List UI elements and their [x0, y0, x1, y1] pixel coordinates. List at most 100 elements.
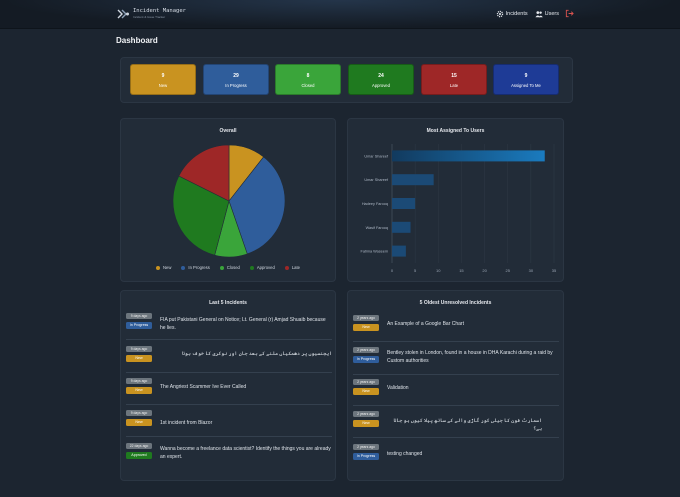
age-badge: 22 days ago: [126, 443, 152, 449]
status-badge: In Progress: [353, 356, 379, 363]
x-tick-label: 15: [459, 268, 464, 273]
stat-count: 9: [524, 73, 528, 79]
stat-count: 9: [161, 73, 165, 79]
stat-count: 15: [451, 73, 457, 79]
stats-panel: 9 New 29 In Progress 8 Closed 24 Approve…: [120, 57, 573, 103]
status-badge: New: [126, 355, 152, 362]
incident-title[interactable]: testing changed: [387, 450, 559, 458]
stat-assigned-to-me[interactable]: 9 Assigned To Me: [493, 64, 559, 95]
stat-label: Assigned To Me: [511, 83, 541, 88]
incident-row[interactable]: 2 years ago New Validation: [353, 379, 559, 406]
incident-title[interactable]: An Example of a Google Bar Chart: [387, 320, 559, 328]
brand-title: Incident Manager: [133, 8, 186, 15]
stat-in-progress[interactable]: 29 In Progress: [203, 64, 269, 95]
stat-label: Approved: [372, 83, 390, 88]
incident-title[interactable]: FIA put Pakistani General on Notice; Lt.…: [160, 316, 332, 332]
bar[interactable]: [392, 150, 545, 162]
stat-approved[interactable]: 24 Approved: [348, 64, 414, 95]
stat-label: Late: [449, 83, 459, 88]
most-assigned-bar-chart: 0 5 10 15 20 25 30 35 Umar Shareef Umar Shareef Ha…: [361, 144, 557, 273]
age-badge: 9 days ago: [126, 410, 152, 416]
status-badge: In Progress: [353, 453, 379, 460]
nav-incidents-label: Incidents: [505, 10, 528, 17]
stat-count: 29: [233, 73, 239, 79]
users-icon: [535, 10, 543, 17]
stat-label: In Progress: [225, 83, 247, 88]
incident-row[interactable]: 2 years ago In Progress testing changed: [353, 444, 559, 471]
status-badge: Approved: [126, 452, 152, 459]
logo-icon: [117, 9, 129, 19]
stat-count: 8: [306, 73, 310, 79]
logout-icon[interactable]: [565, 9, 574, 18]
legend-item-late: Late: [284, 265, 300, 270]
incident-row[interactable]: 2 years ago In Progress Bentley stolen in…: [353, 347, 559, 375]
incident-row[interactable]: 22 days ago Approved Wanna become a freel…: [126, 443, 332, 473]
brand[interactable]: Incident Manager Incident & Issue Tracke…: [116, 6, 186, 22]
legend-item-closed: Closed: [219, 265, 240, 270]
incident-row[interactable]: 9 days ago New 1st incident from Blazor: [126, 410, 332, 437]
bar[interactable]: [392, 198, 416, 209]
status-badge: In Progress: [126, 322, 152, 329]
legend-item-approved: Approved: [249, 265, 275, 270]
stat-new[interactable]: 9 New: [130, 64, 196, 95]
legend-label: Late: [291, 265, 300, 270]
incident-title[interactable]: Bentley stolen in London, found in a hou…: [387, 349, 562, 365]
x-tick-label: 35: [552, 268, 557, 273]
age-badge: 9 days ago: [126, 346, 152, 352]
nav-incidents[interactable]: Incidents: [496, 10, 528, 18]
oldest-unresolved-card: 5 Oldest Unresolved Incidents 2 years ag…: [347, 290, 564, 481]
incident-row[interactable]: 2 years ago New An Example of a Google Ba…: [353, 315, 559, 342]
stat-count: 24: [378, 73, 384, 79]
last-5-incidents-card: Last 5 Incidents 9 days ago In Progress F…: [120, 290, 336, 481]
incident-title[interactable]: Validation: [387, 384, 559, 392]
x-tick-label: 30: [529, 268, 534, 273]
top-navbar: Incident Manager Incident & Issue Tracke…: [0, 0, 680, 29]
age-badge: 9 days ago: [126, 378, 152, 384]
page-title: Dashboard: [116, 36, 158, 45]
age-badge: 2 years ago: [353, 315, 379, 321]
status-badge: New: [126, 419, 152, 426]
bar[interactable]: [392, 245, 406, 257]
x-tick-label: 0: [391, 268, 394, 273]
age-badge: 2 years ago: [353, 379, 379, 385]
status-badge: New: [353, 388, 379, 395]
incident-title[interactable]: اسمارٹ فون کا جیلی کور گاڑی والے کے ساتھ…: [387, 417, 542, 433]
legend-label: New: [163, 265, 172, 270]
incident-title[interactable]: 1st incident from Blazor: [160, 419, 332, 427]
incident-row[interactable]: 2 years ago New اسمارٹ فون کا جیلی کور گا…: [353, 411, 559, 438]
x-tick-label: 25: [505, 268, 510, 273]
incident-row[interactable]: 9 days ago New ایجنسیوں پر دھمکیاں ملنے ک…: [126, 346, 332, 373]
pie-legend: New In Progress Closed Approved Late: [121, 265, 335, 270]
legend-label: Closed: [226, 265, 240, 270]
stat-closed[interactable]: 8 Closed: [275, 64, 341, 95]
age-badge: 2 years ago: [353, 347, 379, 353]
incident-title[interactable]: The Angriest Scammer Ive Ever Called: [160, 383, 332, 391]
legend-item-in-progress: In Progress: [181, 265, 210, 270]
age-badge: 9 days ago: [126, 313, 152, 319]
incident-title[interactable]: Wanna become a freelance data scientist?…: [160, 445, 332, 461]
y-tick-label: Umar Shareef: [364, 154, 389, 158]
legend-label: Approved: [256, 265, 275, 270]
x-tick-label: 20: [482, 268, 487, 273]
y-tick-label: Umar Shareef: [364, 178, 389, 182]
incident-row[interactable]: 9 days ago In Progress FIA put Pakistani …: [126, 313, 332, 340]
legend-item-new: New: [156, 265, 171, 270]
nav-users[interactable]: Users: [535, 10, 559, 18]
age-badge: 2 years ago: [353, 411, 379, 417]
stat-late[interactable]: 15 Late: [421, 64, 487, 95]
most-assigned-card: Most Assigned To Users 0 5 10 15 20 25 30 35 Uma…: [347, 118, 564, 282]
y-tick-label: Wasif Farooq: [366, 226, 388, 230]
incident-title[interactable]: ایجنسیوں پر دھمکیاں ملنے کے بعد جان اور …: [160, 350, 332, 358]
y-tick-label: Hadeey Farooq: [362, 202, 388, 206]
x-tick-label: 5: [414, 268, 417, 273]
status-badge: New: [353, 420, 379, 427]
status-badge: New: [353, 324, 379, 331]
bar[interactable]: [392, 174, 434, 186]
nav-users-label: Users: [544, 10, 559, 17]
overall-card: Overall New In Progress Closed Approved …: [120, 118, 336, 282]
gear-icon: [496, 10, 503, 17]
age-badge: 2 years ago: [353, 444, 379, 450]
bar[interactable]: [392, 221, 411, 233]
incident-row[interactable]: 9 days ago New The Angriest Scammer Ive E…: [126, 378, 332, 405]
oldest-title: 5 Oldest Unresolved Incidents: [419, 300, 492, 306]
